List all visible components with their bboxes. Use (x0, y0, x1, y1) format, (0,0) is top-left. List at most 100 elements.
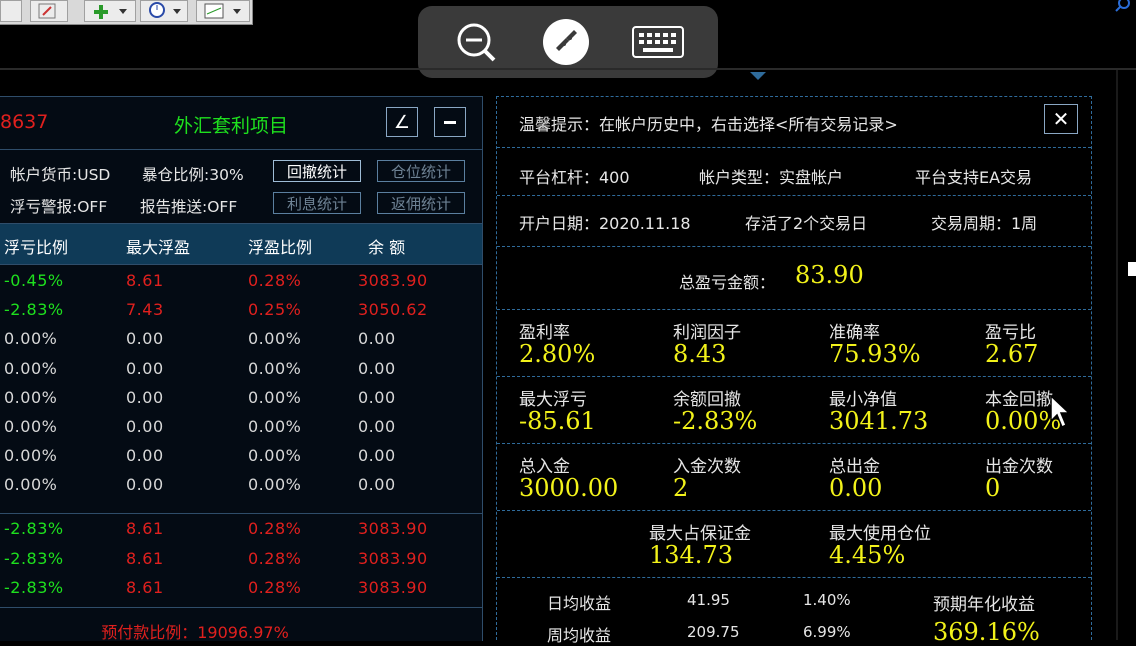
position-stats-button[interactable]: 仓位统计 (377, 160, 465, 182)
remote-connection-button[interactable] (542, 19, 590, 65)
table-cell: 0.00 (126, 446, 164, 466)
keyboard-button[interactable] (630, 20, 686, 64)
window-edge (1116, 70, 1118, 640)
table-cell: 0.00% (248, 446, 302, 466)
total-pl-label: 总盈亏金额： (679, 273, 776, 292)
scroll-marker (1128, 262, 1136, 276)
table-cell: 0.00 (126, 387, 164, 407)
summary-cell: 8.61 (126, 519, 164, 538)
summary-cell: 0.28% (248, 519, 302, 538)
template-icon (204, 3, 241, 19)
table-cell: 0.00% (248, 329, 302, 349)
max-position-value: 4.45% (829, 541, 906, 569)
table-cell: 8.61 (126, 271, 164, 290)
summary-cell: -2.83% (4, 548, 64, 568)
total-pl-value: 83.90 (795, 261, 864, 289)
mouse-cursor-icon (1050, 395, 1070, 429)
dropdown-caret-icon (750, 72, 766, 80)
panel-title: 外汇套利项目 (174, 115, 289, 137)
clock-icon (149, 2, 181, 18)
platform-row: 平台杠杆：400 帐户类型：实盘帐户 平台支持EA交易 (497, 148, 1091, 196)
minimize-button[interactable] (434, 107, 466, 137)
arbitrage-panel: 8637 外汇套利项目 ∠ 帐户货币:USD 暴仓比例:30% 浮亏警报:OFF… (0, 96, 483, 642)
metric-value: 8.43 (673, 340, 727, 368)
drawdown-stats-button[interactable]: 回撤统计 (273, 160, 361, 182)
table-cell: -0.45% (4, 271, 64, 290)
table-cell: 0.00% (4, 417, 58, 436)
remote-connection-icon (543, 19, 589, 65)
summary-cell: 0.28% (248, 548, 302, 568)
keyboard-icon (632, 26, 684, 58)
daily-percent: 1.40% (803, 591, 851, 609)
metric-value: 2.67 (985, 340, 1039, 368)
table-cell: 3050.62 (358, 300, 428, 320)
table-cell: 0.00% (4, 475, 58, 495)
interest-stats-button[interactable]: 利息统计 (273, 192, 361, 214)
income-row: 日均收益 41.95 1.40% 周均收益 209.75 6.99% 预期年化收… (497, 578, 1091, 646)
annual-value: 369.16% (933, 618, 1040, 646)
column-header: 浮盈比例 (248, 238, 313, 257)
table-divider (0, 607, 482, 608)
table-cell: 7.43 (126, 300, 164, 320)
close-button[interactable]: ✕ (1044, 104, 1078, 134)
leverage: 平台杠杆：400 (519, 168, 630, 187)
table-cell: 0.00% (248, 358, 302, 378)
metric-value: 3000.00 (519, 474, 619, 502)
rebate-stats-button[interactable]: 返佣统计 (377, 192, 465, 214)
prepay-ratio: 预付款比例：19096.97% (101, 623, 289, 642)
alive-days: 存活了2个交易日 (745, 214, 868, 233)
table-header: 浮亏比例 最大浮盈 浮盈比例 余 额 (0, 223, 482, 265)
add-indicator-button[interactable] (84, 0, 136, 22)
search-icon[interactable] (1110, 0, 1136, 14)
table-cell: 0.00% (248, 387, 302, 407)
margin-row: 最大占保证金 134.73 最大使用仓位 4.45% (497, 511, 1091, 578)
table-cell: 0.00 (126, 358, 164, 378)
total-pl-row: 总盈亏金额： 83.90 (497, 247, 1091, 310)
table-cell: 0.00 (126, 329, 164, 349)
float-alert: 浮亏警报:OFF (10, 198, 108, 216)
edit-icon: ∠ (393, 111, 411, 133)
table-cell: 0.00 (358, 417, 396, 436)
summary-cell: -2.83% (4, 519, 64, 538)
table-cell: 0.00% (4, 387, 58, 407)
toolbar-button-1[interactable] (0, 0, 22, 22)
table-cell: 0.00 (358, 387, 396, 407)
account-currency: 帐户货币:USD (10, 166, 111, 184)
metric-value: 75.93% (829, 340, 921, 368)
table-cell: 0.00 (358, 329, 396, 349)
weekly-amount: 209.75 (687, 623, 740, 641)
summary-cell: -2.83% (4, 578, 64, 597)
zoom-out-button[interactable] (452, 20, 500, 64)
table-cell: 0.00 (358, 358, 396, 378)
table-cell: -2.83% (4, 300, 64, 320)
table-cell: 0.28% (248, 271, 302, 290)
summary-cell: 8.61 (126, 548, 164, 568)
plus-icon (94, 5, 127, 19)
annual-label: 预期年化收益 (933, 595, 1035, 615)
metric-value: -2.83% (673, 407, 758, 435)
daily-label: 日均收益 (547, 594, 612, 613)
minimize-icon (444, 120, 456, 124)
period-button[interactable] (140, 0, 188, 22)
table-cell: 0.00% (4, 358, 58, 378)
column-header: 余 额 (368, 238, 406, 257)
edit-button[interactable]: ∠ (386, 107, 418, 137)
column-header: 最大浮盈 (126, 238, 191, 257)
account-number: 8637 (0, 111, 49, 133)
toolbar-button-2[interactable] (30, 0, 68, 22)
exposure-ratio: 暴仓比例:30% (142, 166, 244, 184)
column-header: 浮亏比例 (4, 238, 69, 257)
zoom-out-icon (457, 23, 496, 62)
table-cell: 0.00 (358, 446, 396, 466)
weekly-label: 周均收益 (547, 626, 612, 645)
summary-cell: 3083.90 (358, 548, 428, 568)
template-button[interactable] (196, 0, 250, 22)
metric-value: 0.00 (829, 474, 883, 502)
table-cell: 0.00% (248, 417, 302, 436)
ea-support: 平台支持EA交易 (915, 168, 1033, 187)
summary-cell: 0.28% (248, 578, 302, 597)
metric-value: 0 (985, 474, 1001, 502)
date-row: 开户日期：2020.11.18 存活了2个交易日 交易周期：1周 (497, 196, 1091, 247)
table-cell: 0.25% (248, 300, 302, 320)
table-cell: 0.00% (4, 446, 58, 466)
